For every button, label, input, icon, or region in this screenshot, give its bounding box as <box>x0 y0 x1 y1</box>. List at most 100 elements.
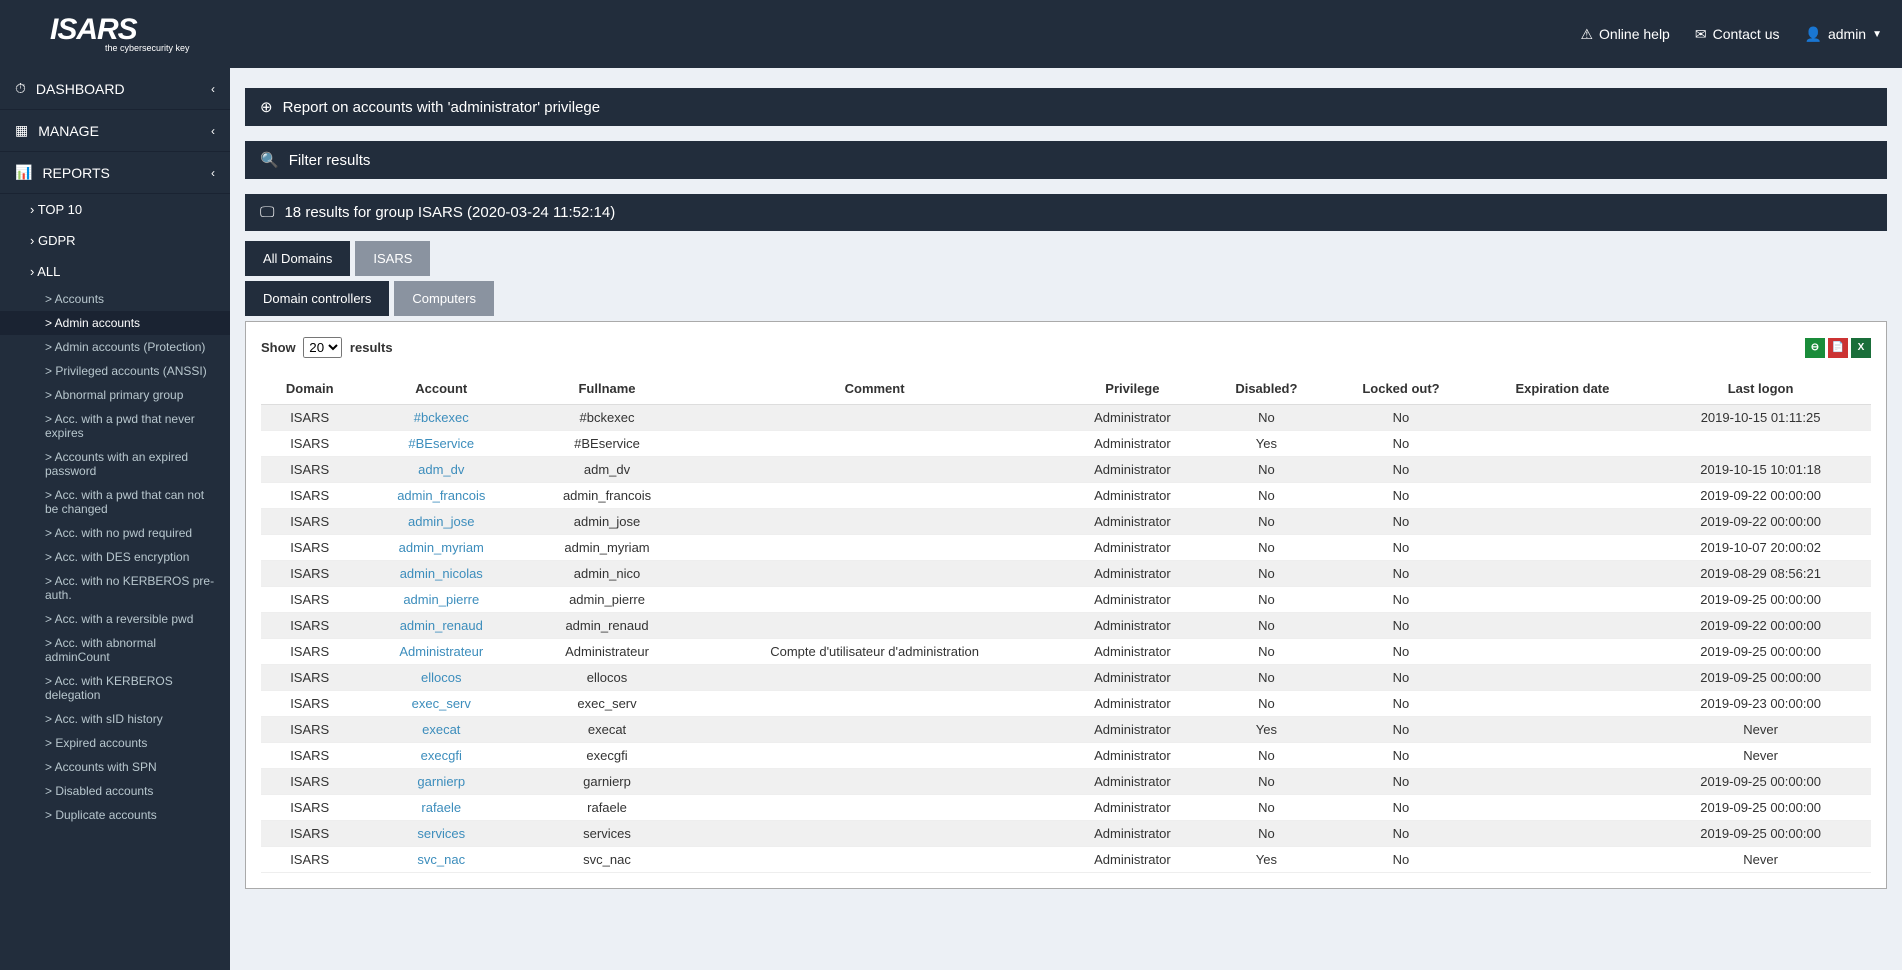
table-cell: adm_dv <box>524 457 690 483</box>
sidebar-item[interactable]: > Admin accounts <box>0 311 230 335</box>
account-link[interactable]: Administrateur <box>399 644 483 659</box>
sidebar-item[interactable]: > Acc. with no KERBEROS pre-auth. <box>0 569 230 607</box>
sidebar-item[interactable]: > Acc. with abnormal adminCount <box>0 631 230 669</box>
sidebar-item[interactable]: > Expired accounts <box>0 731 230 755</box>
table-cell: Administrator <box>1059 483 1205 509</box>
sidebar-item[interactable]: > Acc. with a pwd that can not be change… <box>0 483 230 521</box>
screen-icon: 🖵 <box>260 204 274 221</box>
table-cell: 2019-09-25 00:00:00 <box>1650 769 1871 795</box>
table-cell: 2019-10-15 01:11:25 <box>1650 405 1871 431</box>
export-csv-button[interactable]: ⊖ <box>1805 338 1825 358</box>
sidebar-item[interactable]: > Acc. with a reversible pwd <box>0 607 230 631</box>
table-cell <box>690 457 1059 483</box>
table-cell: Yes <box>1205 431 1327 457</box>
table-cell <box>1475 561 1651 587</box>
table-cell: Administrator <box>1059 847 1205 873</box>
table-row: ISARSAdministrateurAdministrateurCompte … <box>261 639 1871 665</box>
account-link[interactable]: execat <box>422 722 460 737</box>
table-cell: 2019-09-25 00:00:00 <box>1650 821 1871 847</box>
table-cell: 2019-10-07 20:00:02 <box>1650 535 1871 561</box>
table-row: ISARSexec_servexec_servAdministratorNoNo… <box>261 691 1871 717</box>
sidebar-item[interactable]: > Abnormal primary group <box>0 383 230 407</box>
column-header[interactable]: Account <box>358 373 524 405</box>
table-cell: No <box>1205 795 1327 821</box>
nav-top10[interactable]: › TOP 10 <box>0 194 230 225</box>
sidebar-item[interactable]: > Acc. with sID history <box>0 707 230 731</box>
table-cell: adm_dv <box>358 457 524 483</box>
table-cell <box>1475 405 1651 431</box>
account-link[interactable]: #BEservice <box>408 436 474 451</box>
account-link[interactable]: adm_dv <box>418 462 464 477</box>
table-cell <box>1475 717 1651 743</box>
tab[interactable]: Computers <box>394 281 494 316</box>
account-link[interactable]: rafaele <box>421 800 461 815</box>
column-header[interactable]: Domain <box>261 373 358 405</box>
column-header[interactable]: Disabled? <box>1205 373 1327 405</box>
report-panel-header[interactable]: ⊕ Report on accounts with 'administrator… <box>245 88 1887 126</box>
table-cell: No <box>1327 639 1474 665</box>
sidebar-item[interactable]: > Privileged accounts (ANSSI) <box>0 359 230 383</box>
account-link[interactable]: admin_renaud <box>400 618 483 633</box>
nav-manage-label: MANAGE <box>38 123 99 139</box>
column-header[interactable]: Privilege <box>1059 373 1205 405</box>
column-header[interactable]: Comment <box>690 373 1059 405</box>
column-header[interactable]: Last logon <box>1650 373 1871 405</box>
nav-gdpr[interactable]: › GDPR <box>0 225 230 256</box>
account-link[interactable]: ellocos <box>421 670 461 685</box>
account-link[interactable]: admin_nicolas <box>400 566 483 581</box>
sidebar-item[interactable]: > Disabled accounts <box>0 779 230 803</box>
table-cell <box>690 613 1059 639</box>
account-link[interactable]: admin_myriam <box>399 540 484 555</box>
sidebar-item[interactable]: > Acc. with a pwd that never expires <box>0 407 230 445</box>
nav-dashboard[interactable]: ⏱ DASHBOARD ‹ <box>0 68 230 110</box>
table-cell: ISARS <box>261 613 358 639</box>
account-link[interactable]: exec_serv <box>412 696 471 711</box>
sidebar-item[interactable]: > Accounts with SPN <box>0 755 230 779</box>
export-pdf-button[interactable]: 📄 <box>1828 338 1848 358</box>
account-link[interactable]: admin_francois <box>397 488 485 503</box>
table-cell: ISARS <box>261 587 358 613</box>
account-link[interactable]: #bckexec <box>414 410 469 425</box>
account-link[interactable]: svc_nac <box>417 852 465 867</box>
account-link[interactable]: services <box>417 826 465 841</box>
sidebar-item[interactable]: > Acc. with no pwd required <box>0 521 230 545</box>
column-header[interactable]: Locked out? <box>1327 373 1474 405</box>
column-header[interactable]: Fullname <box>524 373 690 405</box>
account-link[interactable]: execgfi <box>421 748 462 763</box>
table-cell: Never <box>1650 847 1871 873</box>
table-cell: Administrateur <box>358 639 524 665</box>
table-cell <box>690 535 1059 561</box>
export-xls-button[interactable]: X <box>1851 338 1871 358</box>
table-cell: No <box>1205 821 1327 847</box>
nav-reports[interactable]: 📊 REPORTS ‹ <box>0 152 230 194</box>
sidebar-item[interactable]: > Duplicate accounts <box>0 803 230 827</box>
account-link[interactable]: admin_jose <box>408 514 475 529</box>
sidebar-item[interactable]: > Acc. with KERBEROS delegation <box>0 669 230 707</box>
admin-menu[interactable]: 👤 admin ▼ <box>1805 26 1882 43</box>
table-row: ISARSadmin_pierreadmin_pierreAdministrat… <box>261 587 1871 613</box>
online-help-link[interactable]: ⚠ Online help <box>1580 26 1669 43</box>
nav-all[interactable]: › ALL <box>0 256 230 287</box>
logo[interactable]: ISARS the cybersecurity key <box>20 15 190 53</box>
tab[interactable]: Domain controllers <box>245 281 389 316</box>
column-header[interactable]: Expiration date <box>1475 373 1651 405</box>
table-cell: execgfi <box>358 743 524 769</box>
table-cell: 2019-08-29 08:56:21 <box>1650 561 1871 587</box>
table-cell: ISARS <box>261 795 358 821</box>
filter-panel-header[interactable]: 🔍 Filter results <box>245 141 1887 179</box>
show-select[interactable]: 20 <box>303 337 342 358</box>
sidebar-item[interactable]: > Admin accounts (Protection) <box>0 335 230 359</box>
sidebar-item[interactable]: > Accounts with an expired password <box>0 445 230 483</box>
tab[interactable]: ISARS <box>355 241 430 276</box>
chevron-left-icon: ‹ <box>211 124 215 138</box>
sidebar-item[interactable]: > Acc. with DES encryption <box>0 545 230 569</box>
account-link[interactable]: admin_pierre <box>403 592 479 607</box>
results-title: 18 results for group ISARS (2020-03-24 1… <box>284 204 615 221</box>
account-link[interactable]: garnierp <box>417 774 465 789</box>
table-cell <box>690 717 1059 743</box>
table-cell: 2019-09-22 00:00:00 <box>1650 509 1871 535</box>
tab[interactable]: All Domains <box>245 241 350 276</box>
nav-manage[interactable]: ▦ MANAGE ‹ <box>0 110 230 152</box>
contact-us-link[interactable]: ✉ Contact us <box>1695 26 1780 43</box>
sidebar-item[interactable]: > Accounts <box>0 287 230 311</box>
